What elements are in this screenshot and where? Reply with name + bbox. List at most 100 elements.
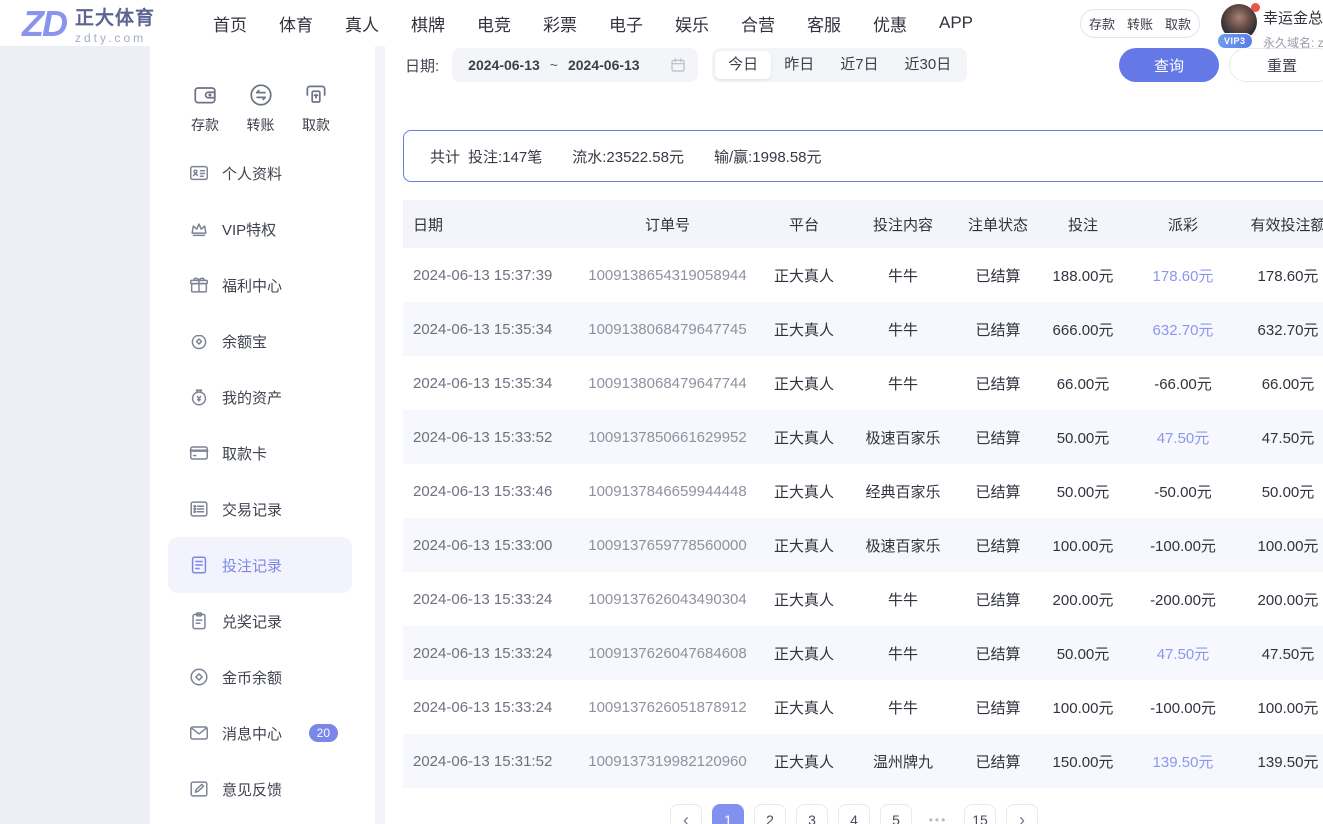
sidebar-item-message-center[interactable]: 消息中心 20 — [168, 705, 352, 761]
cell-date: 2024-06-13 15:33:52 — [403, 429, 570, 446]
page-button-4[interactable]: 4 — [838, 804, 870, 824]
cell-valid-bet: 47.50元 — [1233, 427, 1323, 448]
nav-item-promo[interactable]: 优惠 — [873, 11, 907, 36]
sidebar: 存款 转账 取款 个人资料 VIP特权 福利中心 — [150, 46, 375, 824]
nav-item-app[interactable]: APP — [939, 13, 973, 33]
search-button[interactable]: 查询 — [1119, 48, 1219, 82]
cell-order: 1009138068479647744 — [570, 375, 765, 392]
reset-button[interactable]: 重置 — [1229, 48, 1323, 82]
cell-content: 经典百家乐 — [843, 481, 963, 502]
crown-icon — [188, 218, 210, 240]
envelope-icon — [188, 722, 210, 744]
sidebar-item-coin-balance[interactable]: 金币余额 — [168, 649, 352, 705]
nav-item-live[interactable]: 真人 — [345, 11, 379, 36]
username: 幸运金总 — [1263, 7, 1323, 28]
cell-valid-bet: 139.50元 — [1233, 751, 1323, 772]
quick-action-transfer[interactable]: 转账 — [236, 82, 286, 135]
range-30days-button[interactable]: 近30日 — [892, 51, 965, 79]
cell-bet: 150.00元 — [1033, 751, 1133, 772]
sidebar-item-rewards-center[interactable]: 福利中心 — [168, 257, 352, 313]
col-header-bet: 投注 — [1033, 214, 1133, 235]
cell-status: 已结算 — [963, 643, 1033, 664]
sidebar-item-feedback[interactable]: 意见反馈 — [168, 761, 352, 817]
calendar-icon[interactable] — [670, 57, 686, 73]
next-page-button[interactable]: › — [1006, 804, 1038, 824]
notification-dot — [1251, 3, 1260, 12]
feedback-edit-icon — [188, 778, 210, 800]
quick-action-withdraw[interactable]: 取款 — [291, 82, 341, 135]
cell-order: 1009137659778560000 — [570, 537, 765, 554]
page-button-15[interactable]: 15 — [964, 804, 996, 824]
cell-status: 已结算 — [963, 319, 1033, 340]
nav-item-esports[interactable]: 电竞 — [477, 11, 511, 36]
withdraw-link[interactable]: 取款 — [1165, 14, 1191, 33]
cell-payout: -200.00元 — [1133, 589, 1233, 610]
summary-prefix: 共计 — [430, 146, 460, 167]
sidebar-item-profile[interactable]: 个人资料 — [168, 145, 352, 201]
table-row: 2024-06-13 15:33:24 1009137626043490304 … — [403, 572, 1323, 626]
sidebar-item-transaction-records[interactable]: 交易记录 — [168, 481, 352, 537]
page-button-5[interactable]: 5 — [880, 804, 912, 824]
brand-logo[interactable]: ZD 正大体育 zdty.com — [22, 3, 155, 45]
transfer-icon — [248, 82, 274, 108]
cell-order: 1009137626043490304 — [570, 591, 765, 608]
transfer-link[interactable]: 转账 — [1127, 14, 1153, 33]
nav-item-cards[interactable]: 棋牌 — [411, 11, 445, 36]
cell-bet: 188.00元 — [1033, 265, 1133, 286]
page-button-1[interactable]: 1 — [712, 804, 744, 824]
brand-name: 正大体育 — [75, 3, 155, 30]
cell-payout: -66.00元 — [1133, 373, 1233, 394]
cell-platform: 正大真人 — [765, 265, 843, 286]
brand-logo-mark: ZD — [22, 4, 66, 44]
table-row: 2024-06-13 15:33:00 1009137659778560000 … — [403, 518, 1323, 572]
sidebar-item-withdraw-card[interactable]: 取款卡 — [168, 425, 352, 481]
nav-item-slots[interactable]: 电子 — [609, 11, 643, 36]
money-pouch-icon — [188, 330, 210, 352]
coin-icon — [188, 666, 210, 688]
quick-action-deposit[interactable]: 存款 — [180, 82, 230, 135]
cell-payout: 139.50元 — [1133, 751, 1233, 772]
nav-item-home[interactable]: 首页 — [213, 11, 247, 36]
brand-domain: zdty.com — [75, 31, 155, 45]
range-7days-button[interactable]: 近7日 — [827, 51, 891, 79]
cell-platform: 正大真人 — [765, 427, 843, 448]
main-content: 日期: 2024-06-13 ~ 2024-06-13 今日 昨日 近7日 近3… — [385, 46, 1323, 824]
nav-item-sports[interactable]: 体育 — [279, 11, 313, 36]
page-button-2[interactable]: 2 — [754, 804, 786, 824]
quick-range-group: 今日 昨日 近7日 近30日 — [712, 48, 967, 82]
cell-valid-bet: 47.50元 — [1233, 643, 1323, 664]
nav-item-support[interactable]: 客服 — [807, 11, 841, 36]
date-to-value: 2024-06-13 — [568, 57, 640, 73]
sidebar-item-yuebao[interactable]: 余额宝 — [168, 313, 352, 369]
nav-item-partnership[interactable]: 合营 — [741, 11, 775, 36]
table-header-row: 日期 订单号 平台 投注内容 注单状态 投注 派彩 有效投注额 — [403, 200, 1323, 248]
cell-valid-bet: 178.60元 — [1233, 265, 1323, 286]
user-avatar[interactable]: VIP3 — [1221, 4, 1261, 46]
nav-item-entertainment[interactable]: 娱乐 — [675, 11, 709, 36]
sidebar-item-redeem-records[interactable]: 兑奖记录 — [168, 593, 352, 649]
cell-content: 牛牛 — [843, 643, 963, 664]
sidebar-item-my-assets[interactable]: 我的资产 — [168, 369, 352, 425]
prev-page-button[interactable]: ‹ — [670, 804, 702, 824]
sidebar-item-bet-records[interactable]: 投注记录 — [168, 537, 352, 593]
cell-status: 已结算 — [963, 697, 1033, 718]
cell-content: 牛牛 — [843, 373, 963, 394]
cell-valid-bet: 200.00元 — [1233, 589, 1323, 610]
clipboard-icon — [188, 610, 210, 632]
cell-bet: 666.00元 — [1033, 319, 1133, 340]
sidebar-item-vip[interactable]: VIP特权 — [168, 201, 352, 257]
cell-date: 2024-06-13 15:35:34 — [403, 321, 570, 338]
range-yesterday-button[interactable]: 昨日 — [771, 51, 827, 79]
nav-item-lottery[interactable]: 彩票 — [543, 11, 577, 36]
cell-order: 1009137319982120960 — [570, 753, 765, 770]
cell-status: 已结算 — [963, 535, 1033, 556]
deposit-link[interactable]: 存款 — [1089, 14, 1115, 33]
topbar: ZD 正大体育 zdty.com 首页 体育 真人 棋牌 电竞 彩票 电子 娱乐… — [0, 0, 1323, 46]
wallet-icon — [192, 82, 218, 108]
id-card-icon — [188, 162, 210, 184]
page-button-3[interactable]: 3 — [796, 804, 828, 824]
cell-order: 1009137850661629952 — [570, 429, 765, 446]
range-today-button[interactable]: 今日 — [715, 51, 771, 79]
date-range-input[interactable]: 2024-06-13 ~ 2024-06-13 — [452, 48, 698, 82]
bet-records-table: 日期 订单号 平台 投注内容 注单状态 投注 派彩 有效投注额 2024-06-… — [403, 200, 1323, 788]
